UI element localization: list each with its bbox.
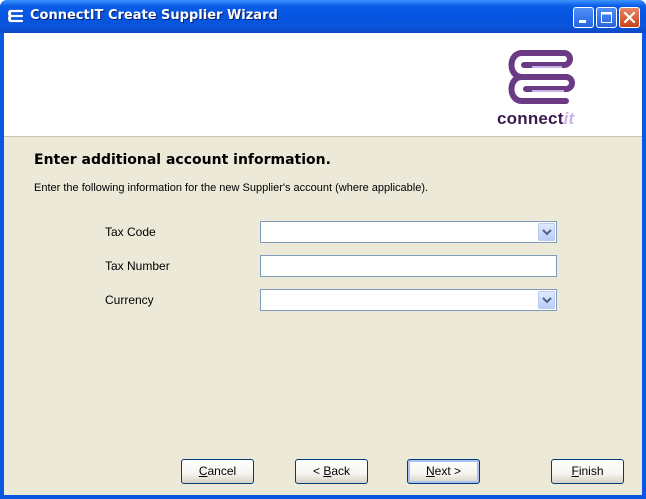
tax-number-field[interactable] xyxy=(260,255,557,277)
maximize-button[interactable] xyxy=(596,7,617,28)
chevron-down-icon xyxy=(542,297,552,304)
tax-number-label: Tax Number xyxy=(105,259,170,273)
close-icon xyxy=(623,11,636,24)
page-heading: Enter additional account information. xyxy=(34,152,331,168)
tax-code-label: Tax Code xyxy=(105,225,156,239)
minimize-icon xyxy=(579,20,586,23)
currency-dropdown[interactable] xyxy=(260,289,557,311)
connectit-logo-text: connectit xyxy=(497,109,575,128)
close-button[interactable] xyxy=(619,7,640,28)
connectit-logo-icon xyxy=(508,50,575,104)
title-bar[interactable]: ConnectIT Create Supplier Wizard xyxy=(0,0,646,33)
wizard-window: ConnectIT Create Supplier Wizard connect… xyxy=(0,0,646,499)
connectit-app-icon xyxy=(8,9,24,23)
tax-code-dropdown[interactable] xyxy=(260,221,557,243)
window-title: ConnectIT Create Supplier Wizard xyxy=(30,8,278,23)
dialog-body: connectit Enter additional account infor… xyxy=(4,33,642,495)
header-banner: connectit xyxy=(4,33,642,137)
tax-code-dropdown-button[interactable] xyxy=(538,223,555,241)
next-button[interactable]: Next > xyxy=(407,459,480,484)
cancel-button[interactable]: Cancel xyxy=(181,459,254,484)
chevron-down-icon xyxy=(542,229,552,236)
minimize-button[interactable] xyxy=(573,7,594,28)
currency-label: Currency xyxy=(105,293,154,307)
finish-button[interactable]: Finish xyxy=(551,459,624,484)
currency-dropdown-button[interactable] xyxy=(538,291,555,309)
maximize-icon xyxy=(601,12,612,23)
back-button[interactable]: < Back xyxy=(295,459,368,484)
page-instruction: Enter the following information for the … xyxy=(34,182,429,194)
